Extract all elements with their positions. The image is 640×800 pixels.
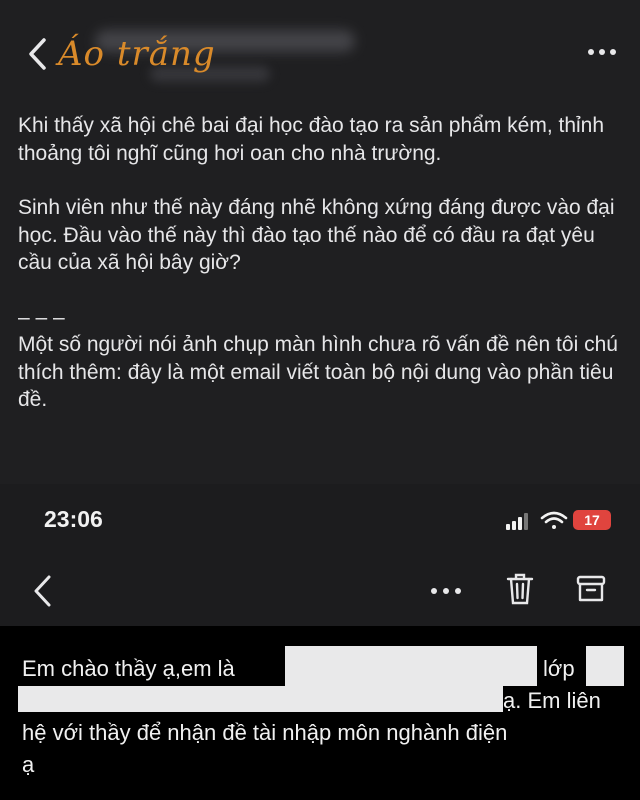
redacted-class-line bbox=[18, 686, 503, 712]
post-separator: – – – bbox=[18, 305, 65, 329]
post-body: Khi thấy xã hội chê bai đại học đào tạo … bbox=[18, 112, 618, 414]
archive-icon[interactable] bbox=[576, 574, 606, 604]
post-paragraph-3: Một số người nói ảnh chụp màn hình chưa … bbox=[18, 333, 618, 411]
mail-line-4: ạ bbox=[22, 752, 35, 777]
post-header: Áo trắng bbox=[0, 0, 640, 100]
mail-line-3: hệ với thầy để nhận đề tài nhập môn nghà… bbox=[22, 720, 508, 745]
post-paragraph-1: Khi thấy xã hội chê bai đại học đào tạo … bbox=[18, 114, 605, 165]
mail-back-chevron-icon[interactable] bbox=[30, 574, 56, 608]
post-paragraph-2: Sinh viên như thế này đáng nhẽ không xứn… bbox=[18, 196, 615, 274]
redacted-name bbox=[285, 646, 537, 686]
battery-level: 17 bbox=[584, 512, 600, 528]
back-chevron-icon[interactable] bbox=[24, 36, 52, 72]
wifi-icon bbox=[540, 511, 568, 529]
watermark-logo: Áo trắng bbox=[58, 34, 216, 74]
mail-more-icon[interactable] bbox=[428, 584, 464, 598]
mail-line-2: ạ. Em liên bbox=[503, 688, 601, 713]
status-bar-time: 23:06 bbox=[44, 506, 103, 532]
redacted-class bbox=[586, 646, 624, 686]
trash-icon[interactable] bbox=[505, 572, 535, 606]
mail-line-1a: Em chào thầy ạ,em là bbox=[22, 656, 235, 681]
cellular-signal-icon bbox=[506, 513, 528, 530]
more-options-icon[interactable] bbox=[586, 44, 618, 60]
mail-line-1b: lớp bbox=[543, 656, 575, 681]
battery-charging-icon: 17 bbox=[573, 510, 611, 530]
email-message-body: Em chào thầy ạ,em là lớp ạ. Em liên hệ v… bbox=[0, 626, 640, 800]
